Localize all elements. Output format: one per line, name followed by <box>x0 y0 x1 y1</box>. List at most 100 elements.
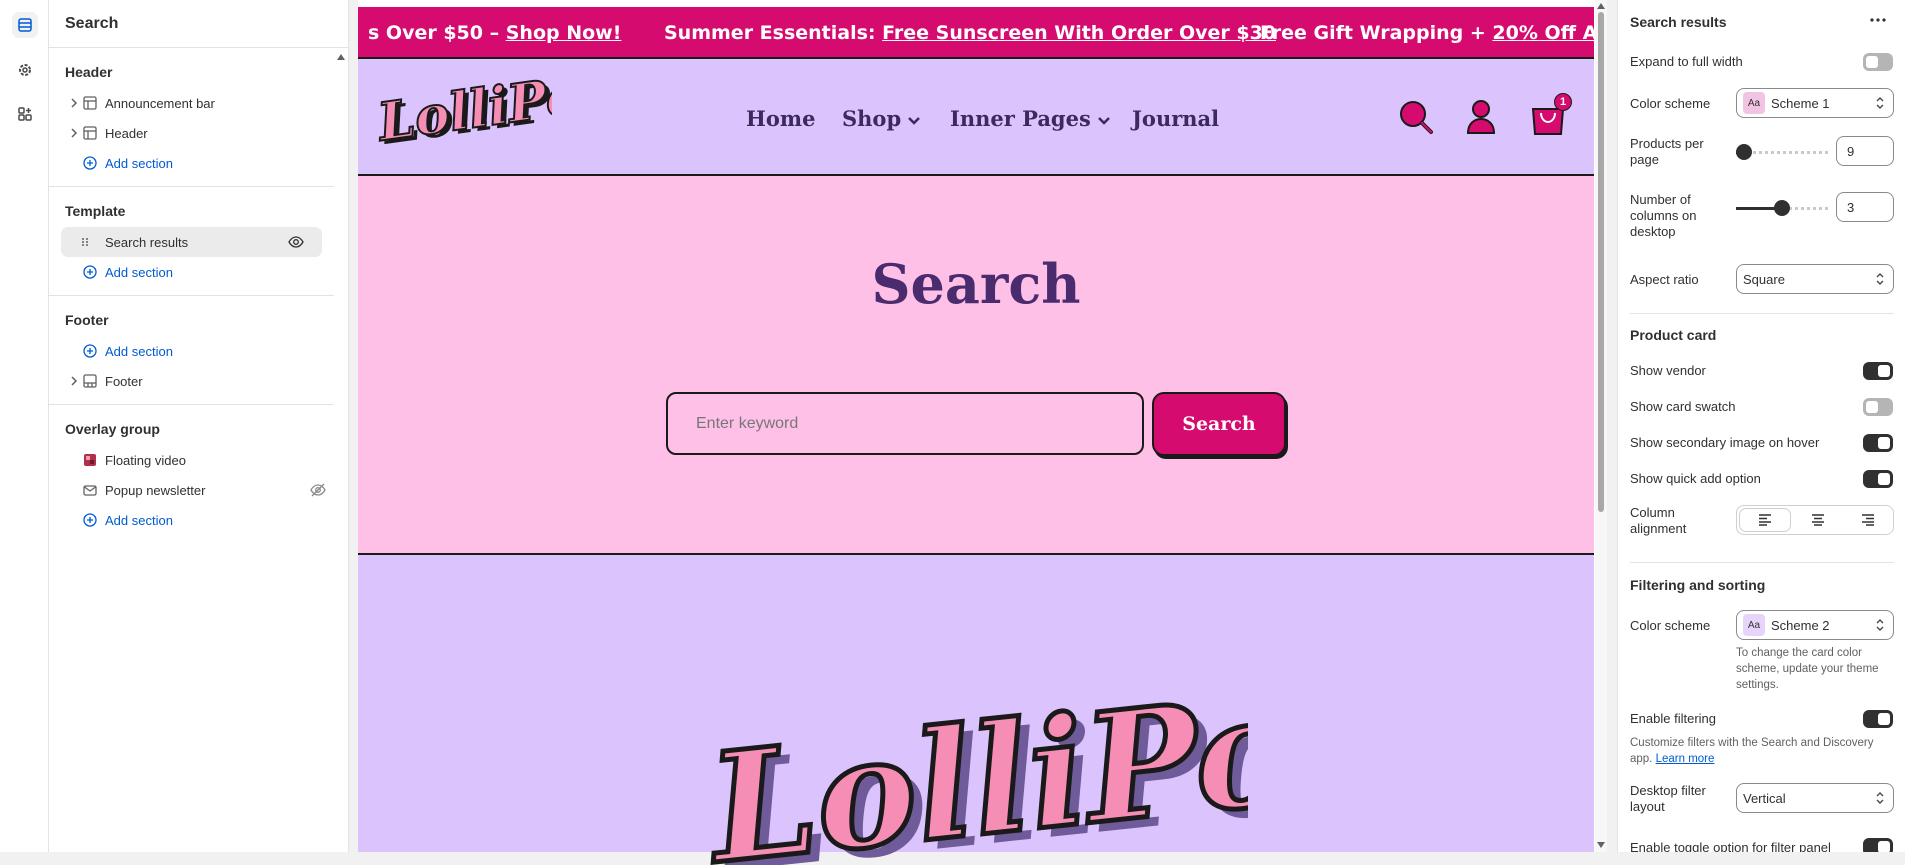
preview-scrollbar[interactable] <box>1595 0 1607 852</box>
plus-circle-icon <box>83 265 97 279</box>
scheme-swatch: Aa <box>1743 92 1765 114</box>
announcement-item: Free Gift Wrapping + 20% Off All Ord <box>1260 22 1594 44</box>
sections-panel: Search Header Announcement bar Header Ad… <box>49 0 349 852</box>
expand-full-width-label: Expand to full width <box>1630 54 1743 69</box>
group-footer: Footer Add section Footer <box>49 296 334 405</box>
eye-off-icon[interactable] <box>310 483 326 497</box>
account-icon[interactable] <box>1466 99 1496 135</box>
nav-shop[interactable]: Shop <box>842 106 921 131</box>
align-left-button[interactable] <box>1739 508 1791 532</box>
align-left-icon <box>1759 514 1771 526</box>
align-right-icon <box>1862 514 1874 526</box>
group-title: Header <box>65 64 113 80</box>
show-secondary-image-label: Show secondary image on hover <box>1630 435 1820 450</box>
nav-home[interactable]: Home <box>746 106 815 131</box>
slider-thumb[interactable] <box>1736 144 1752 160</box>
group-header: Header Announcement bar Header Add secti… <box>49 48 334 187</box>
eye-icon[interactable] <box>288 235 304 249</box>
search-button[interactable]: Search <box>1152 392 1286 456</box>
svg-text:LolliPop: LolliPop <box>372 73 552 153</box>
group-title: Footer <box>65 312 109 328</box>
section-label: Announcement bar <box>105 95 215 111</box>
select-arrows-icon <box>1876 792 1884 804</box>
layout-icon <box>83 96 97 110</box>
announcement-item: s Over $50 – Shop Now! <box>368 22 622 44</box>
drag-handle-icon[interactable] <box>81 237 89 247</box>
enable-toggle-filter-panel-toggle[interactable] <box>1863 838 1893 852</box>
logo[interactable]: LolliPop LolliPop <box>371 59 624 157</box>
chevron-right-icon[interactable] <box>69 376 79 386</box>
group-title: Template <box>65 203 126 219</box>
align-right-button[interactable] <box>1843 506 1893 534</box>
add-section-button[interactable]: Add section <box>49 148 334 178</box>
group-overlay: Overlay group Floating video Popup newsl… <box>49 405 334 543</box>
add-section-label: Add section <box>105 512 173 528</box>
plus-circle-icon <box>83 344 97 358</box>
announcement-bar: s Over $50 – Shop Now! Summer Essentials… <box>358 7 1594 59</box>
divider <box>1630 562 1894 563</box>
filter-color-scheme-label: Color scheme <box>1630 618 1711 633</box>
scroll-thumb[interactable] <box>1598 12 1604 512</box>
more-icon[interactable] <box>1870 18 1886 22</box>
products-per-page-input[interactable]: 9 <box>1836 136 1894 166</box>
products-per-page-slider[interactable] <box>1736 144 1828 160</box>
announcement-link[interactable]: Shop Now! <box>506 22 622 44</box>
section-search-results[interactable]: Search results <box>61 227 322 257</box>
column-alignment-label: Column alignment <box>1630 505 1687 536</box>
show-card-swatch-toggle[interactable] <box>1863 398 1893 416</box>
add-section-button[interactable]: Add section <box>49 257 334 287</box>
show-secondary-image-toggle[interactable] <box>1863 434 1893 452</box>
columns-slider[interactable] <box>1736 200 1828 216</box>
color-scheme-select[interactable]: Aa Scheme 1 <box>1736 88 1894 118</box>
sections-icon[interactable] <box>12 12 38 38</box>
show-vendor-toggle[interactable] <box>1863 362 1893 380</box>
section-header[interactable]: Header <box>49 118 334 148</box>
search-results-section: LolliPop LolliPop <box>358 555 1594 865</box>
scroll-down-arrow-icon[interactable] <box>1597 842 1605 848</box>
expand-full-width-toggle[interactable] <box>1863 53 1893 71</box>
columns-input[interactable]: 3 <box>1836 192 1894 222</box>
slider-thumb[interactable] <box>1774 200 1790 216</box>
gear-icon[interactable] <box>12 57 38 83</box>
nav-inner-pages[interactable]: Inner Pages <box>950 106 1110 131</box>
align-center-button[interactable] <box>1793 506 1843 534</box>
nav-journal[interactable]: Journal <box>1132 106 1219 131</box>
filter-color-scheme-select[interactable]: Aa Scheme 2 <box>1736 610 1894 640</box>
add-section-button[interactable]: Add section <box>49 336 334 366</box>
panel-title: Search <box>49 0 348 48</box>
announcement-link[interactable]: 20% Off All Ord <box>1492 22 1594 44</box>
cart-button[interactable]: 1 <box>1530 93 1572 137</box>
scroll-up-arrow-icon[interactable] <box>337 54 345 60</box>
enable-filtering-toggle[interactable] <box>1863 710 1893 728</box>
filtering-sorting-heading: Filtering and sorting <box>1630 577 1766 593</box>
desktop-filter-layout-select[interactable]: Vertical <box>1736 783 1894 813</box>
section-floating-video[interactable]: Floating video <box>49 445 334 475</box>
align-center-icon <box>1812 514 1824 526</box>
chevron-right-icon[interactable] <box>69 128 79 138</box>
apps-icon[interactable] <box>12 101 38 127</box>
learn-more-link[interactable]: Learn more <box>1656 753 1715 765</box>
search-hero: Search Enter keyword Search <box>358 176 1594 555</box>
section-popup-newsletter[interactable]: Popup newsletter <box>49 475 334 505</box>
section-label: Header <box>105 125 148 141</box>
search-input[interactable]: Enter keyword <box>666 392 1144 455</box>
aspect-ratio-label: Aspect ratio <box>1630 272 1699 287</box>
group-title: Overlay group <box>65 421 160 437</box>
announcement-item: Summer Essentials: Free Sunscreen With O… <box>664 22 1277 44</box>
search-icon[interactable] <box>1398 99 1434 135</box>
section-footer[interactable]: Footer <box>49 366 334 396</box>
product-card-heading: Product card <box>1630 327 1717 343</box>
select-arrows-icon <box>1876 97 1884 109</box>
section-label: Search results <box>105 234 189 250</box>
desktop-filter-layout-label: Desktop filter layout <box>1630 783 1706 814</box>
show-quick-add-toggle[interactable] <box>1863 470 1893 488</box>
add-section-button[interactable]: Add section <box>49 505 334 535</box>
announcement-link[interactable]: Free Sunscreen With Order Over $30 <box>882 22 1276 44</box>
site-header: LolliPop LolliPop Home Shop Inner Pages … <box>358 59 1594 176</box>
section-announcement-bar[interactable]: Announcement bar <box>49 88 334 118</box>
show-vendor-label: Show vendor <box>1630 363 1706 378</box>
video-thumbnail-icon <box>84 454 96 466</box>
scroll-up-arrow-icon[interactable] <box>1597 3 1605 9</box>
chevron-right-icon[interactable] <box>69 98 79 108</box>
aspect-ratio-select[interactable]: Square <box>1736 264 1894 294</box>
